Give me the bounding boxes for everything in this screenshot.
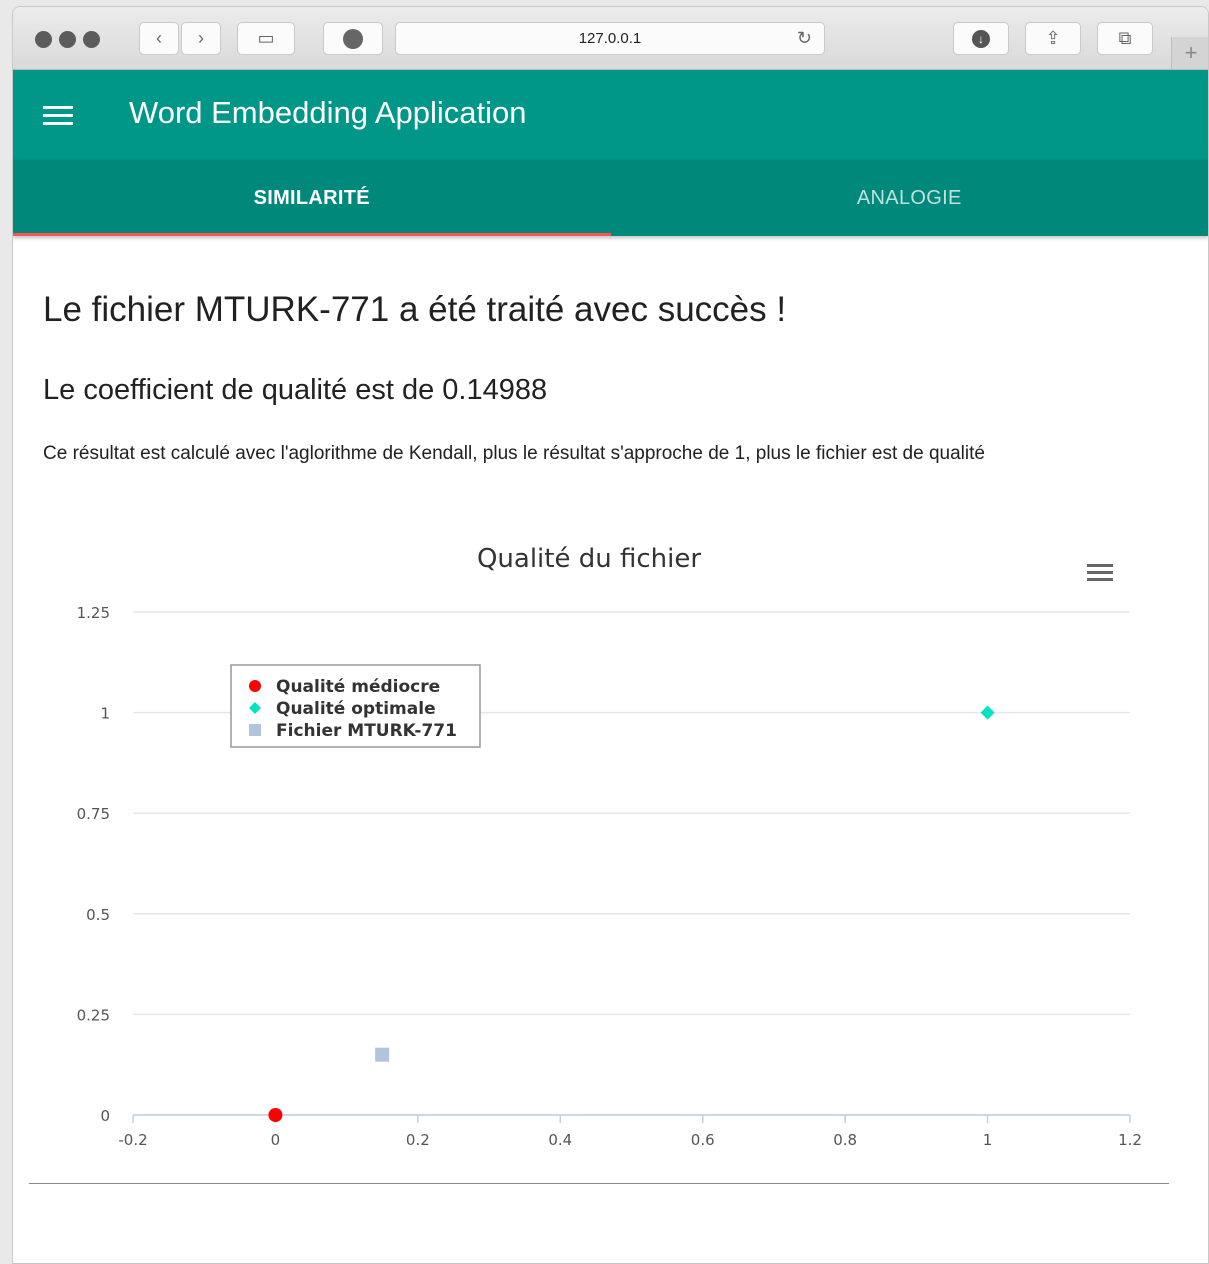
x-tick-label: -0.2 <box>118 1131 147 1149</box>
address-bar[interactable]: 127.0.0.1 ↻ <box>395 22 825 55</box>
quality-coefficient: Le coefficient de qualité est de 0.14988 <box>43 374 548 406</box>
tabs-icon[interactable]: ⧉ <box>1097 22 1153 55</box>
quality-chart: Qualité du fichier 0 0.25 0.5 0.75 1 1.25 -0.2… <box>77 544 1142 1149</box>
x-tick-label: 0.4 <box>548 1131 572 1149</box>
x-tick-label: 0 <box>271 1131 281 1149</box>
download-icon[interactable]: ↓ <box>953 22 1009 55</box>
legend-item[interactable]: Qualité optimale <box>276 699 436 719</box>
y-tick-label: 1.25 <box>77 604 110 622</box>
data-point[interactable] <box>375 1047 390 1062</box>
x-tick-label: 0.8 <box>833 1131 857 1149</box>
back-icon[interactable]: ‹ <box>139 22 179 55</box>
legend-item[interactable]: Qualité médiocre <box>276 677 440 697</box>
y-tick-label: 0.75 <box>77 805 110 823</box>
browser-toolbar: ‹ › ▭ 127.0.0.1 ↻ ↓ ⇪ ⧉ + <box>13 7 1208 70</box>
data-point[interactable] <box>980 705 995 720</box>
x-tick-label: 0.2 <box>406 1131 430 1149</box>
active-tab-indicator <box>13 233 611 236</box>
menu-icon[interactable] <box>43 106 73 130</box>
description-text: Ce résultat est calculé avec l'aglorithm… <box>43 443 985 464</box>
x-tick-label: 1 <box>983 1131 993 1149</box>
x-tick-label: 0.6 <box>691 1131 715 1149</box>
legend-item[interactable]: Fichier MTURK-771 <box>276 721 457 741</box>
legend-marker[interactable] <box>249 724 261 736</box>
y-tick-label: 0.5 <box>86 906 110 924</box>
minimize-window-button[interactable] <box>59 31 76 48</box>
y-tick-label: 0.25 <box>77 1006 110 1024</box>
data-point[interactable] <box>268 1108 283 1122</box>
tab-similarite[interactable]: SIMILARITÉ <box>13 160 611 236</box>
maximize-window-button[interactable] <box>83 31 100 48</box>
y-tick-label: 1 <box>100 705 110 723</box>
y-tick-label: 0 <box>100 1107 110 1125</box>
forward-icon[interactable]: › <box>181 22 221 55</box>
close-window-button[interactable] <box>35 31 52 48</box>
adblock-icon[interactable] <box>323 22 383 55</box>
browser-window: ‹ › ▭ 127.0.0.1 ↻ ↓ ⇪ ⧉ + Word Embedding… <box>12 6 1209 1264</box>
chart-title: Qualité du fichier <box>477 544 701 574</box>
page-title: Le fichier MTURK-771 a été traité avec s… <box>43 290 787 329</box>
chart-menu-icon[interactable] <box>1087 564 1113 581</box>
app-title: Word Embedding Application <box>129 95 527 130</box>
app-bar: Word Embedding Application <box>13 70 1208 160</box>
new-tab-icon[interactable]: + <box>1171 37 1208 69</box>
reload-icon[interactable]: ↻ <box>797 23 812 54</box>
x-tick-label: 1.2 <box>1118 1131 1142 1149</box>
content-divider <box>29 1183 1169 1184</box>
chart-legend: Qualité médiocreQualité optimaleFichier … <box>230 664 481 748</box>
sidebar-icon[interactable]: ▭ <box>237 22 295 55</box>
legend-marker[interactable] <box>249 680 261 692</box>
tab-bar: SIMILARITÉ ANALOGIE <box>13 160 1208 236</box>
tab-analogie[interactable]: ANALOGIE <box>611 160 1209 236</box>
url-text: 127.0.0.1 <box>578 30 642 47</box>
share-icon[interactable]: ⇪ <box>1025 22 1081 55</box>
